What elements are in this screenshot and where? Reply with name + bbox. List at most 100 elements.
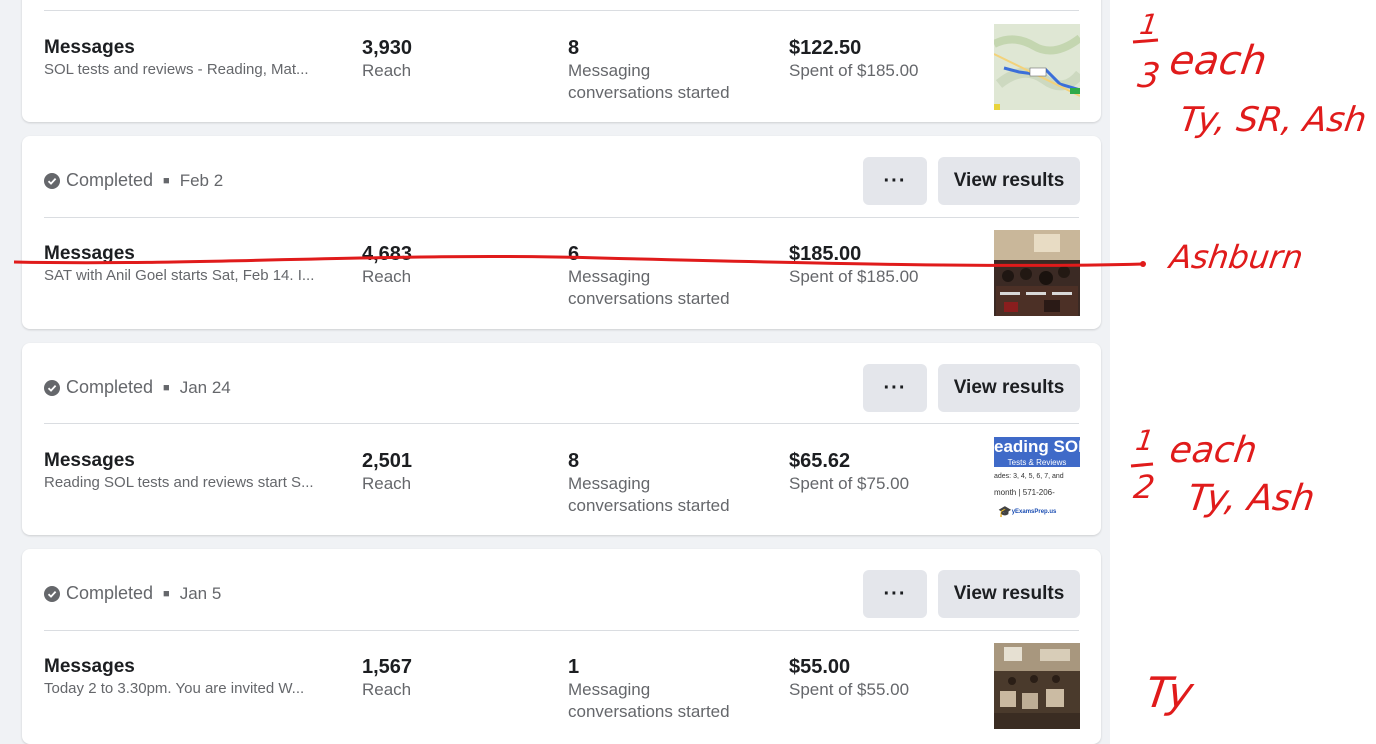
divider xyxy=(44,10,1079,11)
spent-label: Spent of $185.00 xyxy=(789,61,919,80)
ad-thumbnail-meeting-room[interactable] xyxy=(994,643,1080,729)
status-date: Feb 2 xyxy=(179,170,224,190)
ashburn-note: Ashburn xyxy=(1167,238,1306,276)
ad-card: Completed ■ Jan 24 ··· View results Mess… xyxy=(22,343,1101,535)
objective-column: Messages SOL tests and reviews - Reading… xyxy=(44,36,334,80)
objective-title: Messages xyxy=(44,656,135,677)
spent-value: $65.62 xyxy=(789,450,851,472)
separator-dot: ■ xyxy=(163,174,170,187)
spent-label: Spent of $185.00 xyxy=(789,267,919,286)
reach-label: Reach xyxy=(362,680,412,699)
ad-card-header: Completed ■ Jan 5 ··· View results xyxy=(22,549,1101,629)
ad-thumbnail-flyer[interactable]: eading SOL Tests & Reviews ades: 3, 4, 5… xyxy=(994,437,1080,523)
ad-metrics-row: Messages SAT with Anil Goel starts Sat, … xyxy=(22,230,1101,332)
spent-column: $55.00 Spent of $55.00 xyxy=(789,655,909,701)
more-options-button[interactable]: ··· xyxy=(863,364,927,412)
results-value: 1 xyxy=(568,656,580,678)
more-options-button[interactable]: ··· xyxy=(863,570,927,618)
fraction-one-half-denominator: 2 xyxy=(1131,468,1158,506)
results-column: 1 Messaging conversations started xyxy=(568,655,730,723)
ty-note: Ty xyxy=(1142,668,1197,717)
names-note-1: Ty, SR, Ash xyxy=(1177,100,1370,140)
results-label: Messaging conversations started xyxy=(568,61,730,102)
reach-column: 3,930 Reach xyxy=(362,36,412,82)
reach-column: 1,567 Reach xyxy=(362,655,412,701)
results-value: 8 xyxy=(568,37,580,59)
objective-title: Messages xyxy=(44,450,135,471)
reach-value: 1,567 xyxy=(362,656,413,678)
results-label: Messaging conversations started xyxy=(568,474,730,515)
objective-title: Messages xyxy=(44,243,135,264)
ad-metrics-row: Messages Reading SOL tests and reviews s… xyxy=(22,437,1101,539)
view-results-button[interactable]: View results xyxy=(938,157,1080,205)
results-value: 8 xyxy=(568,450,580,472)
reach-label: Reach xyxy=(362,474,412,493)
ad-card: Completed ■ Feb 2 ··· View results Messa… xyxy=(22,136,1101,329)
fraction-one-third-denominator: 3 xyxy=(1135,56,1163,96)
view-results-button[interactable]: View results xyxy=(938,570,1080,618)
results-column: 8 Messaging conversations started xyxy=(568,36,730,104)
status-date: Jan 24 xyxy=(179,377,231,397)
flyer-grades: ades: 3, 4, 5, 6, 7, and xyxy=(994,473,1064,480)
ad-card: Completed ■ Jan 5 ··· View results Messa… xyxy=(22,549,1101,744)
spent-column: $122.50 Spent of $185.00 xyxy=(789,36,919,82)
status-date: Jan 5 xyxy=(179,583,222,603)
flyer-subtitle: Tests & Reviews xyxy=(1007,458,1067,467)
spent-column: $185.00 Spent of $185.00 xyxy=(789,242,919,288)
ad-card: Messages SOL tests and reviews - Reading… xyxy=(22,0,1101,122)
divider xyxy=(44,423,1079,424)
spent-value: $185.00 xyxy=(789,243,862,265)
ad-metrics-row: Messages Today 2 to 3.30pm. You are invi… xyxy=(22,643,1101,744)
results-label: Messaging conversations started xyxy=(568,267,730,308)
reach-value: 3,930 xyxy=(362,37,413,59)
ad-card-header: Completed ■ Jan 24 ··· View results xyxy=(22,343,1101,423)
reach-column: 4,683 Reach xyxy=(362,242,412,288)
reach-column: 2,501 Reach xyxy=(362,449,412,495)
reach-label: Reach xyxy=(362,267,412,286)
separator-dot: ■ xyxy=(163,381,170,394)
status-badge: Completed ■ Feb 2 xyxy=(44,170,223,191)
results-column: 6 Messaging conversations started xyxy=(568,242,730,310)
fraction-one-half-numerator: 1 xyxy=(1133,424,1157,457)
reach-label: Reach xyxy=(362,61,412,80)
spent-value: $122.50 xyxy=(789,37,862,59)
flyer-logo: 🎓 yExamsPrep.us xyxy=(998,505,1080,518)
view-results-button[interactable]: View results xyxy=(938,364,1080,412)
divider xyxy=(44,217,1079,218)
ad-thumbnail-map[interactable] xyxy=(994,24,1080,110)
ad-thumbnail-classroom[interactable] xyxy=(994,230,1080,316)
status-badge: Completed ■ Jan 5 xyxy=(44,583,221,604)
status-text: Completed xyxy=(66,170,154,190)
graduation-cap-icon: 🎓 xyxy=(998,506,1012,518)
status-badge: Completed ■ Jan 24 xyxy=(44,377,231,398)
ad-description: Today 2 to 3.30pm. You are invited W... xyxy=(44,680,305,697)
spent-value: $55.00 xyxy=(789,656,851,678)
reach-value: 2,501 xyxy=(362,450,413,472)
results-value: 6 xyxy=(568,243,580,265)
ad-description: SOL tests and reviews - Reading, Mat... xyxy=(44,61,309,78)
status-text: Completed xyxy=(66,377,154,397)
status-text: Completed xyxy=(66,583,154,603)
check-circle-icon xyxy=(44,172,60,189)
ad-description: Reading SOL tests and reviews start S... xyxy=(44,474,314,491)
check-circle-icon xyxy=(44,379,60,396)
ad-card-header: Completed ■ Feb 2 ··· View results xyxy=(22,136,1101,216)
each-note-1: each xyxy=(1166,38,1270,84)
spent-label: Spent of $55.00 xyxy=(789,680,910,699)
more-options-button[interactable]: ··· xyxy=(863,157,927,205)
divider xyxy=(44,630,1079,631)
flyer-phone: month | 571-206- xyxy=(994,488,1055,497)
spent-column: $65.62 Spent of $75.00 xyxy=(789,449,909,495)
flyer-brand: yExamsPrep.us xyxy=(1011,508,1057,515)
check-circle-icon xyxy=(44,585,60,602)
ad-metrics-row: Messages SOL tests and reviews - Reading… xyxy=(22,24,1101,126)
results-label: Messaging conversations started xyxy=(568,680,730,721)
separator-dot: ■ xyxy=(163,587,170,600)
each-note-2: each xyxy=(1167,430,1260,471)
objective-column: Messages Reading SOL tests and reviews s… xyxy=(44,449,334,493)
objective-column: Messages SAT with Anil Goel starts Sat, … xyxy=(44,242,334,286)
ad-description: SAT with Anil Goel starts Sat, Feb 14. I… xyxy=(44,267,315,284)
objective-title: Messages xyxy=(44,37,135,58)
objective-column: Messages Today 2 to 3.30pm. You are invi… xyxy=(44,655,334,699)
spent-label: Spent of $75.00 xyxy=(789,474,910,493)
